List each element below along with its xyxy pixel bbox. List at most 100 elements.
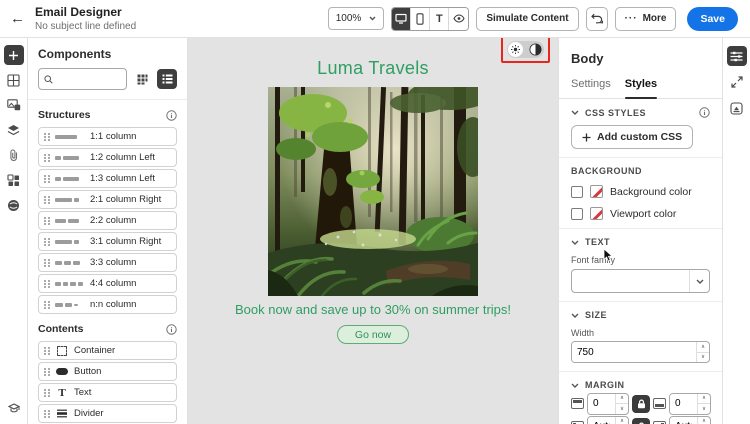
drag-handle-icon[interactable]: [44, 132, 50, 141]
contents-list: Container Button T Text Divider: [38, 341, 177, 423]
add-components-button[interactable]: [3, 45, 24, 65]
drag-handle-icon[interactable]: [44, 279, 50, 288]
font-family-input[interactable]: [572, 275, 689, 287]
components-search-input[interactable]: [57, 73, 121, 85]
drag-handle-icon[interactable]: [44, 258, 50, 267]
no-color-swatch[interactable]: [590, 185, 603, 198]
font-family-picker[interactable]: [571, 269, 710, 293]
margin-collapse-button[interactable]: [571, 383, 579, 388]
drag-handle-icon[interactable]: [44, 409, 50, 418]
drag-handle-icon[interactable]: [44, 388, 50, 397]
mobile-view-button[interactable]: [411, 7, 431, 30]
tab-styles[interactable]: Styles: [624, 78, 658, 99]
structure-item[interactable]: 3:1 column Right: [38, 232, 177, 251]
margin-top-input[interactable]: [588, 393, 615, 414]
email-canvas[interactable]: Luma Travels Book now and save up to 30%…: [188, 38, 558, 424]
drag-handle-icon[interactable]: [44, 346, 50, 355]
size-collapse-button[interactable]: [571, 313, 579, 318]
structure-grid-button[interactable]: [4, 70, 24, 90]
background-color-checkbox[interactable]: [571, 185, 583, 198]
style-properties-button[interactable]: [726, 46, 747, 66]
ellipsis-icon: ···: [624, 13, 638, 24]
layers-button[interactable]: [4, 120, 24, 140]
desktop-view-button[interactable]: [392, 7, 412, 30]
chevron-down-icon: [571, 240, 579, 245]
margin-section: MARGIN ∧∨ ∧∨ ∧∨: [559, 372, 722, 424]
shortcuts-button[interactable]: [727, 72, 747, 92]
zoom-select[interactable]: 100%: [327, 7, 385, 30]
asset-badge-button[interactable]: [727, 98, 747, 118]
device-preview-group: T: [391, 6, 470, 31]
margin-left-input[interactable]: [588, 416, 615, 424]
grid-view-button[interactable]: [132, 69, 152, 89]
no-color-swatch[interactable]: [590, 207, 603, 220]
email-cta-button[interactable]: Go now: [336, 325, 410, 344]
content-item[interactable]: Container: [38, 341, 177, 360]
drag-handle-icon[interactable]: [44, 367, 50, 376]
margin-top-stepper[interactable]: ∧ ∨: [615, 393, 628, 414]
margin-right-stepper[interactable]: ∧∨: [697, 416, 710, 424]
drag-handle-icon[interactable]: [44, 300, 50, 309]
structure-item[interactable]: 3:3 column: [38, 253, 177, 272]
structure-item[interactable]: 2:1 column Right: [38, 190, 177, 209]
preview-button[interactable]: [449, 7, 469, 30]
structure-item[interactable]: n:n column: [38, 295, 177, 314]
css-styles-info-button[interactable]: [699, 107, 710, 118]
structure-item[interactable]: 4:4 column: [38, 274, 177, 293]
plus-icon: [582, 133, 591, 141]
guided-learning-button[interactable]: [4, 398, 24, 418]
theme-toggle[interactable]: [507, 41, 544, 58]
structure-item[interactable]: 1:2 column Left: [38, 148, 177, 167]
margin-horizontal-lock-button[interactable]: [632, 417, 650, 424]
viewport-color-checkbox[interactable]: [571, 207, 583, 220]
more-button[interactable]: ··· More: [614, 6, 677, 31]
zoom-value: 100%: [335, 13, 362, 24]
add-custom-css-button[interactable]: Add custom CSS: [571, 125, 694, 149]
links-button[interactable]: [4, 145, 24, 165]
content-item[interactable]: T Text: [38, 383, 177, 402]
content-item[interactable]: Divider: [38, 404, 177, 423]
simulate-content-button[interactable]: Simulate Content: [476, 6, 579, 31]
save-button[interactable]: Save: [687, 6, 738, 31]
structure-item[interactable]: 2:2 column: [38, 211, 177, 230]
width-field: ∧∨: [571, 341, 710, 363]
tab-settings[interactable]: Settings: [571, 78, 611, 98]
email-tagline[interactable]: Book now and save up to 30% on summer tr…: [235, 302, 511, 317]
column-glyph: [55, 218, 85, 223]
list-view-button[interactable]: [157, 69, 177, 89]
structure-item[interactable]: 1:3 column Left: [38, 169, 177, 188]
chevron-down-icon: [571, 313, 579, 318]
email-brand-heading[interactable]: Luma Travels: [317, 58, 429, 79]
margin-bottom-input[interactable]: [670, 393, 697, 414]
drag-handle-icon[interactable]: [44, 174, 50, 183]
margin-left-field: ∧∨: [587, 415, 629, 424]
text-view-button[interactable]: T: [430, 7, 450, 30]
drag-handle-icon[interactable]: [44, 216, 50, 225]
margin-right-input[interactable]: [670, 416, 697, 424]
back-button[interactable]: ←: [10, 11, 25, 26]
css-styles-collapse-button[interactable]: [571, 110, 579, 115]
structures-info-button[interactable]: [166, 109, 177, 121]
margin-left-stepper[interactable]: ∧∨: [615, 416, 628, 424]
margin-bottom-stepper[interactable]: ∧ ∨: [697, 393, 710, 414]
assets-button[interactable]: [4, 95, 24, 115]
brand-button[interactable]: [4, 195, 24, 215]
stepper-up-icon[interactable]: ∧: [697, 342, 709, 353]
margin-vertical-lock-button[interactable]: [632, 394, 650, 413]
text-collapse-button[interactable]: [571, 240, 579, 245]
fragments-button[interactable]: [4, 170, 24, 190]
structure-label: 3:3 column: [90, 257, 137, 268]
width-input[interactable]: [572, 342, 696, 362]
drag-handle-icon[interactable]: [44, 195, 50, 204]
chevron-down-icon: [696, 279, 703, 284]
width-stepper[interactable]: ∧ ∨: [696, 342, 709, 362]
content-item[interactable]: Button: [38, 362, 177, 381]
structure-item[interactable]: 1:1 column: [38, 127, 177, 146]
hero-image[interactable]: [268, 87, 478, 296]
drag-handle-icon[interactable]: [44, 153, 50, 162]
undo-button[interactable]: [585, 6, 608, 31]
top-bar-left: ← Email Designer No subject line defined: [10, 5, 136, 32]
stepper-down-icon[interactable]: ∨: [697, 353, 709, 363]
drag-handle-icon[interactable]: [44, 237, 50, 246]
contents-info-button[interactable]: [166, 323, 177, 335]
